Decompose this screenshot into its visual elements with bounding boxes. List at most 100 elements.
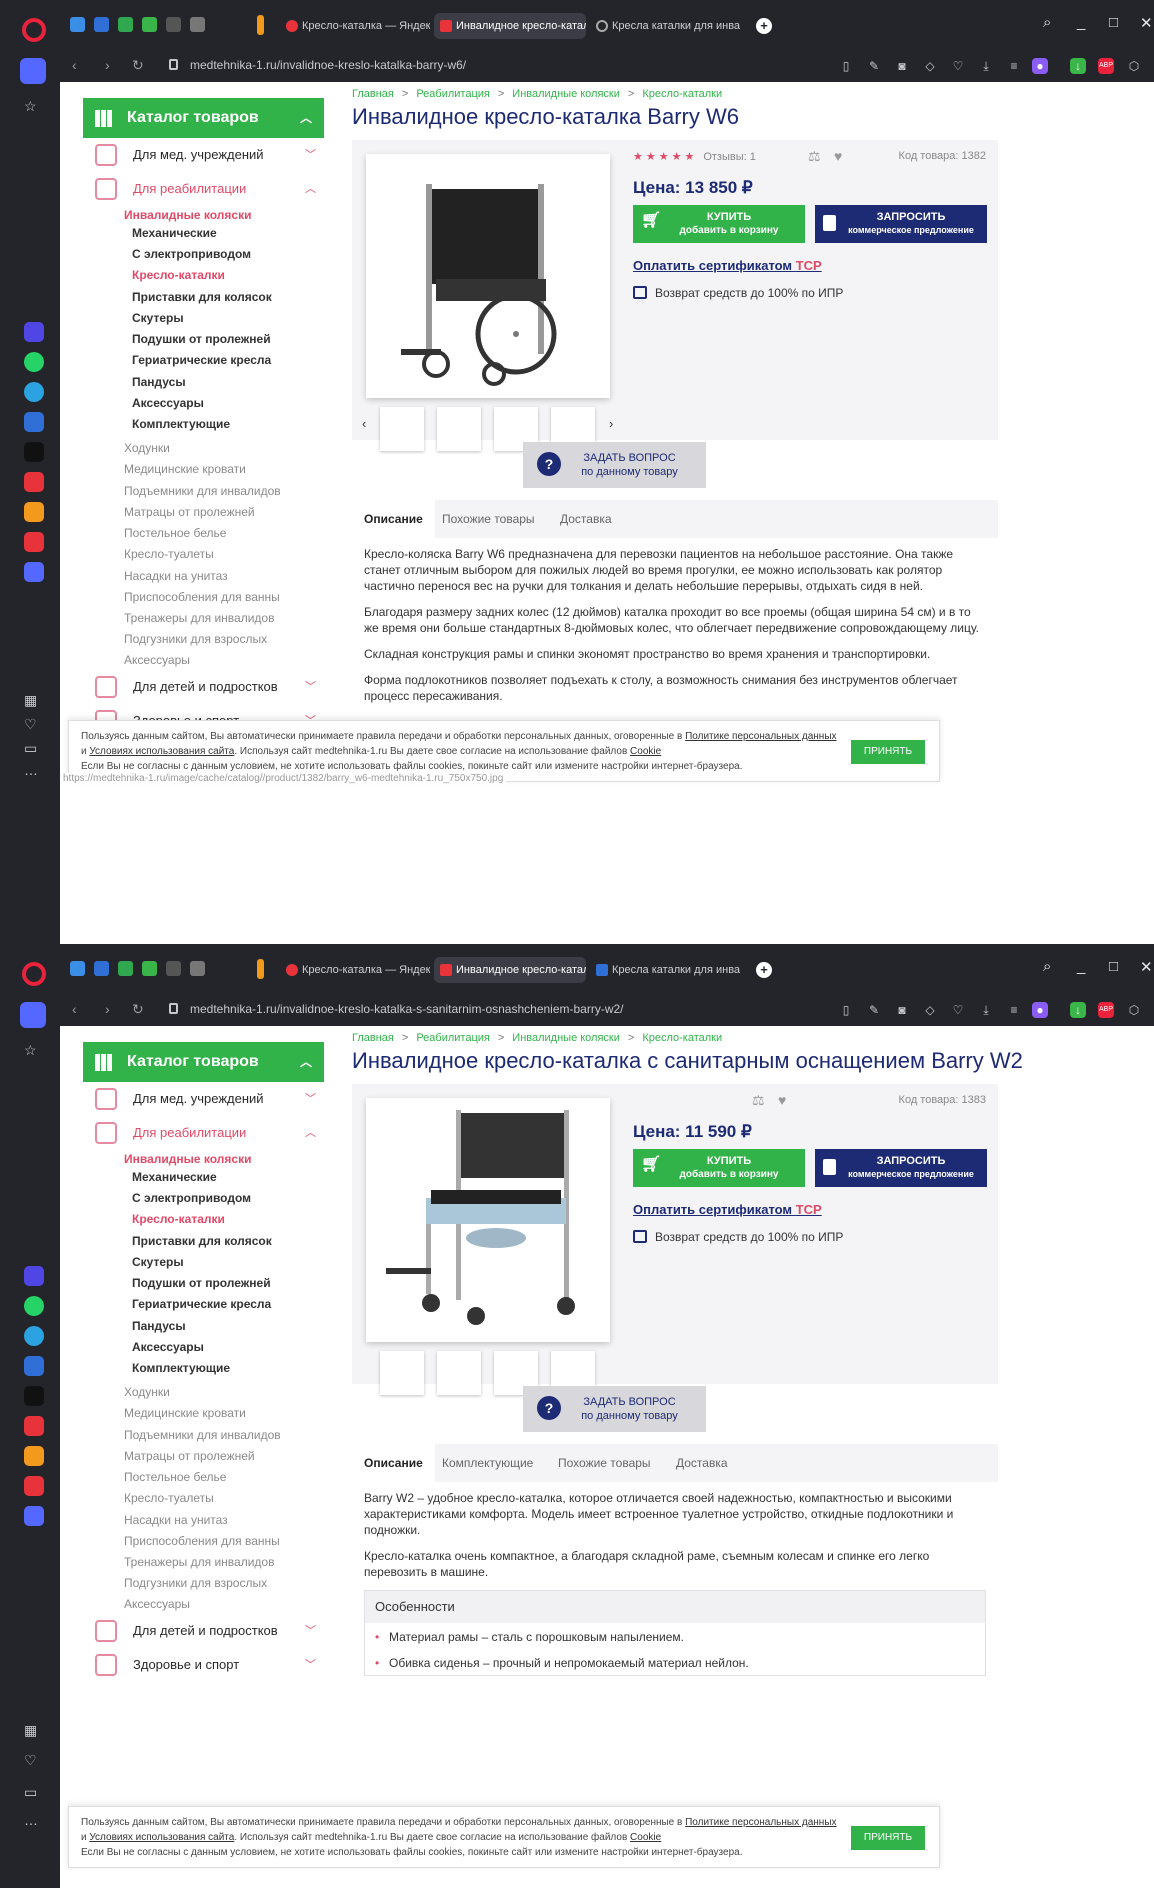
sub-mattresses[interactable]: Матрацы от пролежней bbox=[124, 505, 255, 519]
translate-icon[interactable] bbox=[24, 1476, 44, 1496]
thumbnail[interactable] bbox=[380, 407, 424, 451]
catalog-header[interactable]: Каталог товаров ︿ bbox=[83, 1042, 324, 1082]
tab-similar[interactable]: Похожие товары bbox=[546, 1444, 663, 1482]
catalog-header[interactable]: Каталог товаров ︿ bbox=[83, 98, 324, 138]
sub-bath[interactable]: Приспособления для ванны bbox=[124, 590, 280, 604]
terms-link[interactable]: Условиях использования сайта bbox=[89, 746, 234, 757]
request-offer-button[interactable]: ЗАПРОСИТЬ коммерческое предложение bbox=[815, 1149, 987, 1187]
tab-description[interactable]: Описание bbox=[352, 500, 435, 538]
download-icon[interactable]: ⤓ bbox=[978, 58, 994, 74]
sub-accessories-2[interactable]: Аксессуары bbox=[124, 1597, 190, 1611]
buy-button[interactable]: 🛒︎ КУПИТЬ добавить в корзину bbox=[633, 205, 805, 243]
music-icon[interactable] bbox=[24, 1506, 44, 1526]
sub-parts[interactable]: Комплектующие bbox=[132, 417, 230, 431]
privacy-link[interactable]: Политике персональных данных bbox=[685, 1817, 836, 1828]
x-icon[interactable] bbox=[24, 1386, 44, 1406]
back-icon[interactable]: ‹ bbox=[72, 57, 77, 73]
send-icon[interactable] bbox=[70, 17, 85, 32]
pay-certificate-link[interactable]: Оплатить сертификатом ТСР bbox=[633, 258, 822, 273]
thumbnail[interactable] bbox=[380, 1351, 424, 1395]
sub-bath[interactable]: Приспособления для ванны bbox=[124, 1534, 280, 1548]
compare-icon[interactable]: ⚖ bbox=[752, 1092, 765, 1109]
heart-sidebar-icon[interactable]: ♡ bbox=[24, 1752, 37, 1769]
sub-accessories[interactable]: Аксессуары bbox=[132, 396, 204, 410]
translate-icon[interactable] bbox=[24, 532, 44, 552]
opera-logo-icon[interactable] bbox=[22, 18, 46, 42]
sub-mechanical[interactable]: Механические bbox=[132, 1170, 217, 1184]
forward-icon[interactable]: › bbox=[105, 57, 110, 73]
sub-diapers[interactable]: Подгузники для взрослых bbox=[124, 1576, 267, 1590]
url-field[interactable]: medtehnika-1.ru/invalidnoe-kreslo-katalk… bbox=[190, 58, 466, 72]
ask-question-button[interactable]: ? ЗАДАТЬ ВОПРОС по данному товару bbox=[523, 442, 706, 488]
pay-certificate-link[interactable]: Оплатить сертификатом ТСР bbox=[633, 1202, 822, 1217]
yandex-sidebar-icon[interactable] bbox=[24, 1416, 44, 1436]
sub-wheelchairs[interactable]: Инвалидные коляски bbox=[124, 1152, 251, 1166]
profile-icon[interactable]: ● bbox=[1032, 1002, 1048, 1018]
aria-icon[interactable] bbox=[24, 322, 44, 342]
sub-accessories[interactable]: Аксессуары bbox=[132, 1340, 204, 1354]
tab-delivery[interactable]: Доставка bbox=[664, 1444, 740, 1482]
crumb-wheelchairs[interactable]: Инвалидные коляски bbox=[512, 88, 620, 100]
ask-question-button[interactable]: ? ЗАДАТЬ ВОПРОС по данному товару bbox=[523, 1386, 706, 1432]
crumb-home[interactable]: Главная bbox=[352, 1032, 394, 1044]
crumb-transit[interactable]: Кресло-каталки bbox=[642, 1032, 722, 1044]
tab-yandex[interactable]: Кресло-каталка — Яндек bbox=[280, 957, 430, 983]
new-tab-button[interactable]: + bbox=[756, 962, 772, 978]
sub-transit-chairs[interactable]: Кресло-каталки bbox=[132, 268, 225, 282]
search-tabs-icon[interactable]: ⌕ bbox=[1043, 14, 1051, 31]
sub-toilet-chairs[interactable]: Кресло-туалеты bbox=[124, 1491, 214, 1505]
history-icon[interactable]: ▭ bbox=[24, 1784, 37, 1801]
minimize-icon[interactable]: _ bbox=[1077, 958, 1085, 975]
music-icon[interactable] bbox=[24, 562, 44, 582]
favorite-icon[interactable]: ♥ bbox=[834, 148, 842, 164]
tab-current[interactable]: Инвалидное кресло-катал bbox=[434, 957, 586, 983]
x-icon[interactable] bbox=[24, 442, 44, 462]
sub-accessories-2[interactable]: Аксессуары bbox=[124, 653, 190, 667]
yandex-sidebar-icon[interactable] bbox=[24, 472, 44, 492]
app-icon[interactable] bbox=[190, 17, 205, 32]
sub-scooters[interactable]: Скутеры bbox=[132, 311, 184, 325]
sub-trainers[interactable]: Тренажеры для инвалидов bbox=[124, 611, 274, 625]
cookie-link[interactable]: Cookie bbox=[630, 746, 661, 757]
next-arrow-icon[interactable]: › bbox=[609, 416, 613, 431]
camera-icon[interactable]: ◙ bbox=[894, 58, 910, 74]
more-icon[interactable]: … bbox=[24, 762, 38, 778]
maximize-icon[interactable]: □ bbox=[1109, 958, 1118, 975]
sub-toilet-seats[interactable]: Насадки на унитаз bbox=[124, 1513, 228, 1527]
heart-icon[interactable]: ♡ bbox=[950, 58, 966, 74]
tab-components[interactable]: Комплектующие bbox=[430, 1444, 545, 1482]
forward-icon[interactable]: › bbox=[105, 1001, 110, 1017]
sub-cushions[interactable]: Подушки от пролежней bbox=[132, 332, 271, 346]
home-icon[interactable] bbox=[20, 1002, 46, 1028]
prev-arrow-icon[interactable]: ‹ bbox=[362, 416, 366, 431]
cat-kids[interactable]: Для детей и подростков ﹀ bbox=[83, 1614, 324, 1648]
reader-icon[interactable]: ▯ bbox=[838, 1002, 854, 1018]
reload-icon[interactable]: ↻ bbox=[132, 1001, 144, 1018]
reload-icon[interactable]: ↻ bbox=[132, 57, 144, 74]
cat-rehab[interactable]: Для реабилитации ︿ bbox=[83, 172, 324, 206]
back-icon[interactable]: ‹ bbox=[72, 1001, 77, 1017]
extensions-icon[interactable]: ⬡ bbox=[1126, 58, 1142, 74]
shield-icon[interactable]: ◇ bbox=[922, 58, 938, 74]
sub-walkers[interactable]: Ходунки bbox=[124, 441, 170, 455]
close-icon[interactable]: ✕ bbox=[1140, 14, 1153, 32]
whatsapp-icon[interactable] bbox=[24, 1296, 44, 1316]
tab-similar[interactable]: Похожие товары bbox=[430, 500, 547, 538]
product-photo[interactable] bbox=[366, 1098, 610, 1342]
cat-med[interactable]: Для мед. учреждений ﹀ bbox=[83, 1082, 324, 1116]
edit-icon[interactable]: ✎ bbox=[866, 58, 882, 74]
cat-health[interactable]: Здоровье и спорт ﹀ bbox=[83, 1648, 324, 1682]
whatsapp-icon[interactable] bbox=[24, 352, 44, 372]
star-icon[interactable]: ☆ bbox=[24, 1042, 37, 1059]
thumbnail[interactable] bbox=[437, 407, 481, 451]
sub-attachments[interactable]: Приставки для колясок bbox=[132, 1234, 272, 1248]
sub-parts[interactable]: Комплектующие bbox=[132, 1361, 230, 1375]
tab-yandex[interactable]: Кресло-каталка — Яндек bbox=[280, 13, 430, 39]
download-ext-icon[interactable]: ↓ bbox=[1070, 1002, 1086, 1018]
cat-rehab[interactable]: Для реабилитации ︿ bbox=[83, 1116, 324, 1150]
heart-sidebar-icon[interactable]: ♡ bbox=[24, 716, 37, 733]
sub-geriatric[interactable]: Гериатрические кресла bbox=[132, 1297, 271, 1311]
reader-icon[interactable]: ▯ bbox=[838, 58, 854, 74]
menu-icon[interactable]: ≡ bbox=[1006, 58, 1022, 74]
rating[interactable]: ★★★★★ Отзывы: 1 bbox=[633, 150, 756, 163]
